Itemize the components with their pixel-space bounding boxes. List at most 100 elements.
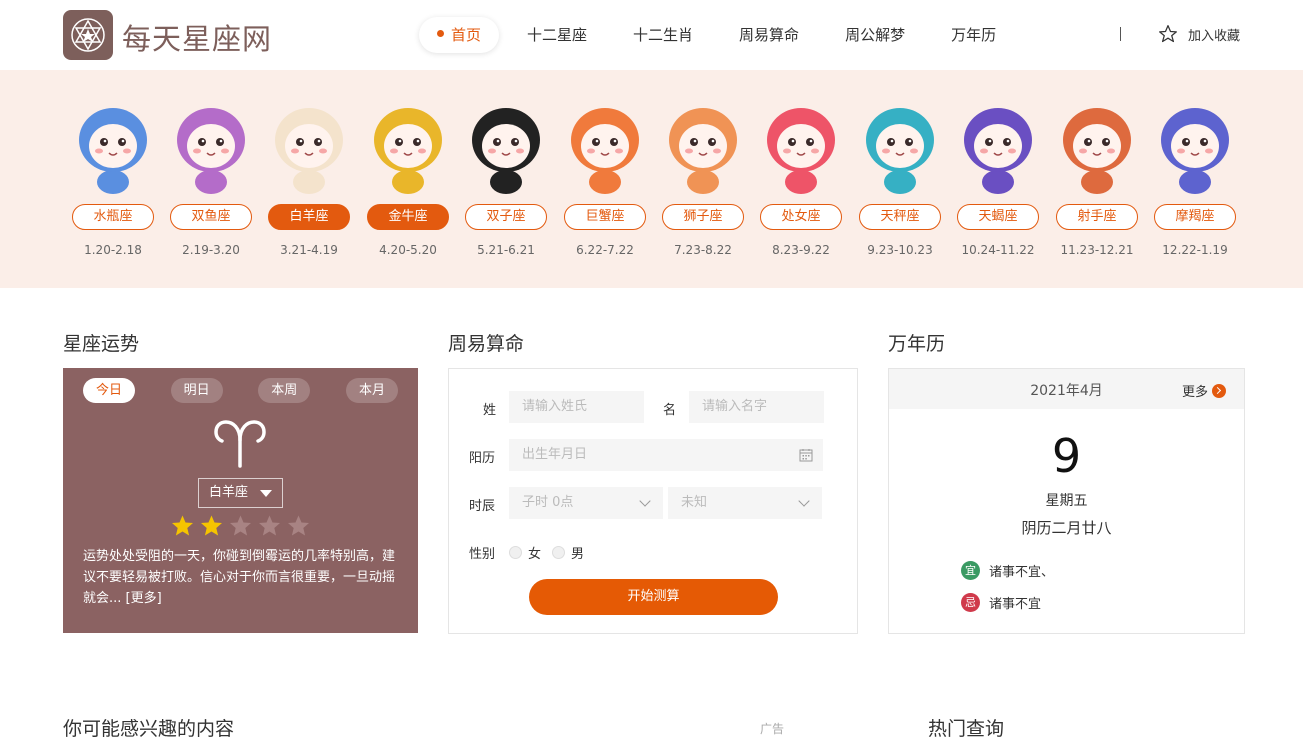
site-name[interactable]: 每天星座网 bbox=[122, 16, 272, 58]
zodiac-mascot-icon bbox=[669, 108, 737, 194]
zodiac-name[interactable]: 水瓶座 bbox=[72, 204, 154, 230]
sign-select[interactable]: 白羊座 bbox=[198, 478, 283, 508]
zodiac-name[interactable]: 射手座 bbox=[1056, 204, 1138, 230]
solar-label: 阳历 bbox=[469, 451, 496, 466]
zodiac-name[interactable]: 天秤座 bbox=[859, 204, 941, 230]
zodiac-date: 1.20-2.18 bbox=[84, 243, 142, 257]
zodiac-date: 11.23-12.21 bbox=[1060, 243, 1134, 257]
nav-zhouyi[interactable]: 周易算命 bbox=[721, 17, 817, 53]
zodiac-name[interactable]: 白羊座 bbox=[268, 204, 350, 230]
calendar-ji: 忌 诸事不宜 bbox=[961, 593, 1041, 612]
fortune-description[interactable]: 运势处处受阻的一天，你碰到倒霉运的几率特别高，建议不要轻易被打败。信心对于你而言… bbox=[83, 546, 398, 609]
zodiac-item[interactable]: 狮子座 7.23-8.22 bbox=[658, 98, 748, 257]
fortune-tabs: 今日 明日 本周 本月 bbox=[83, 378, 398, 403]
zodiac-mascot-icon bbox=[177, 108, 245, 194]
zodiac-item[interactable]: 水瓶座 1.20-2.18 bbox=[68, 98, 158, 257]
zodiac-date: 10.24-11.22 bbox=[961, 243, 1035, 257]
minute-select[interactable]: 未知 bbox=[668, 487, 822, 519]
zodiac-date: 12.22-1.19 bbox=[1162, 243, 1228, 257]
fortune-title: 星座运势 bbox=[63, 333, 140, 355]
calendar-icon bbox=[799, 449, 813, 462]
nav-zodiac[interactable]: 十二星座 bbox=[509, 17, 605, 53]
calendar-lunar: 阴历二月廿八 bbox=[1021, 519, 1112, 537]
zodiac-name[interactable]: 金牛座 bbox=[367, 204, 449, 230]
calendar-more-link[interactable]: 更多 bbox=[1182, 381, 1226, 400]
gender-male-radio[interactable]: 男 bbox=[552, 543, 584, 562]
ji-text: 诸事不宜 bbox=[989, 597, 1042, 612]
zodiac-mascot-icon bbox=[866, 108, 934, 194]
caret-down-icon bbox=[260, 490, 272, 497]
gender-male-label: 男 bbox=[571, 547, 585, 562]
star-empty-icon bbox=[228, 514, 253, 542]
zodiac-item[interactable]: 金牛座 4.20-5.20 bbox=[363, 98, 453, 257]
fortune-card: 今日 明日 本周 本月 白羊座 运势处处受阻的一天，你碰到倒霉运的几率特别高，建… bbox=[63, 368, 418, 633]
zodiac-date: 4.20-5.20 bbox=[379, 243, 437, 257]
star-filled-icon bbox=[170, 514, 195, 542]
zodiac-date: 8.23-9.22 bbox=[772, 243, 830, 257]
tab-today[interactable]: 今日 bbox=[83, 378, 135, 403]
star-filled-icon bbox=[199, 514, 224, 542]
zodiac-item[interactable]: 摩羯座 12.22-1.19 bbox=[1150, 98, 1240, 257]
zodiac-name[interactable]: 处女座 bbox=[760, 204, 842, 230]
sign-select-value: 白羊座 bbox=[209, 485, 249, 500]
zodiac-name[interactable]: 天蝎座 bbox=[957, 204, 1039, 230]
zodiac-name[interactable]: 摩羯座 bbox=[1154, 204, 1236, 230]
calendar-day: 9 bbox=[1051, 429, 1082, 483]
nav-chinese-zodiac[interactable]: 十二生肖 bbox=[615, 17, 711, 53]
zodiac-item[interactable]: 射手座 11.23-12.21 bbox=[1052, 98, 1142, 257]
calendar-yi: 宜 诸事不宜、 bbox=[961, 561, 1054, 580]
favorite-label: 加入收藏 bbox=[1188, 28, 1241, 44]
zodiac-item[interactable]: 巨蟹座 6.22-7.22 bbox=[560, 98, 650, 257]
logo-icon[interactable] bbox=[63, 10, 113, 60]
favorite-button[interactable]: 加入收藏 bbox=[1158, 24, 1240, 44]
hour-select[interactable]: 子时 0点 bbox=[509, 487, 663, 519]
nav-calendar[interactable]: 万年历 bbox=[933, 17, 1014, 53]
zodiac-item[interactable]: 天蝎座 10.24-11.22 bbox=[953, 98, 1043, 257]
zodiac-item[interactable]: 双鱼座 2.19-3.20 bbox=[166, 98, 256, 257]
tab-month[interactable]: 本月 bbox=[345, 378, 398, 403]
name-input[interactable]: 请输入名字 bbox=[689, 391, 824, 423]
tab-tomorrow[interactable]: 明日 bbox=[170, 378, 223, 403]
zodiac-date: 7.23-8.22 bbox=[674, 243, 732, 257]
yi-badge: 宜 bbox=[961, 561, 980, 580]
surname-label: 姓 bbox=[483, 403, 497, 418]
zodiac-date: 9.23-10.23 bbox=[867, 243, 933, 257]
zodiac-mascot-icon bbox=[374, 108, 442, 194]
calendar-header: 2021年4月 更多 bbox=[889, 369, 1244, 409]
zodiac-item[interactable]: 双子座 5.21-6.21 bbox=[461, 98, 551, 257]
zodiac-item[interactable]: 天秤座 9.23-10.23 bbox=[855, 98, 945, 257]
tab-week[interactable]: 本周 bbox=[258, 378, 311, 403]
nav-dream[interactable]: 周公解梦 bbox=[827, 17, 923, 53]
star-empty-icon bbox=[286, 514, 311, 542]
yi-text: 诸事不宜、 bbox=[989, 565, 1055, 580]
surname-input[interactable]: 请输入姓氏 bbox=[509, 391, 644, 423]
zodiac-name[interactable]: 狮子座 bbox=[662, 204, 744, 230]
star-empty-icon bbox=[257, 514, 282, 542]
calendar-more-label: 更多 bbox=[1181, 385, 1208, 400]
gender-label: 性别 bbox=[469, 547, 496, 562]
start-button[interactable]: 开始测算 bbox=[529, 579, 778, 615]
zodiac-mascot-icon bbox=[79, 108, 147, 194]
zodiac-item[interactable]: 白羊座 3.21-4.19 bbox=[264, 98, 354, 257]
zodiac-name[interactable]: 巨蟹座 bbox=[564, 204, 646, 230]
zodiac-mascot-icon bbox=[275, 108, 343, 194]
gender-female-radio[interactable]: 女 bbox=[509, 543, 541, 562]
zodiac-name[interactable]: 双鱼座 bbox=[170, 204, 252, 230]
calendar-weekday: 星期五 bbox=[1045, 493, 1088, 509]
zodiac-mascot-icon bbox=[571, 108, 639, 194]
zodiac-name[interactable]: 双子座 bbox=[465, 204, 547, 230]
divine-title: 周易算命 bbox=[448, 333, 525, 355]
divine-form: 姓 请输入姓氏 名 请输入名字 阳历 出生年月日 时辰 子时 0点 未知 性别 … bbox=[448, 368, 858, 634]
zodiac-item[interactable]: 处女座 8.23-9.22 bbox=[756, 98, 846, 257]
zodiac-mascot-icon bbox=[472, 108, 540, 194]
ji-badge: 忌 bbox=[961, 593, 980, 612]
arrow-right-circle-icon bbox=[1212, 383, 1226, 398]
nav-home[interactable]: 首页 bbox=[419, 17, 500, 53]
birthdate-placeholder: 出生年月日 bbox=[522, 447, 588, 462]
zodiac-date: 3.21-4.19 bbox=[280, 243, 338, 257]
zodiac-band: 水瓶座 1.20-2.18 双鱼座 2.19-3.20 白羊座 3.21-4.19 金牛座 4… bbox=[0, 70, 1303, 288]
zodiac-date: 6.22-7.22 bbox=[576, 243, 634, 257]
aries-symbol-icon bbox=[214, 420, 266, 468]
interest-title: 你可能感兴趣的内容 bbox=[63, 718, 235, 740]
birthdate-input[interactable]: 出生年月日 bbox=[509, 439, 823, 471]
